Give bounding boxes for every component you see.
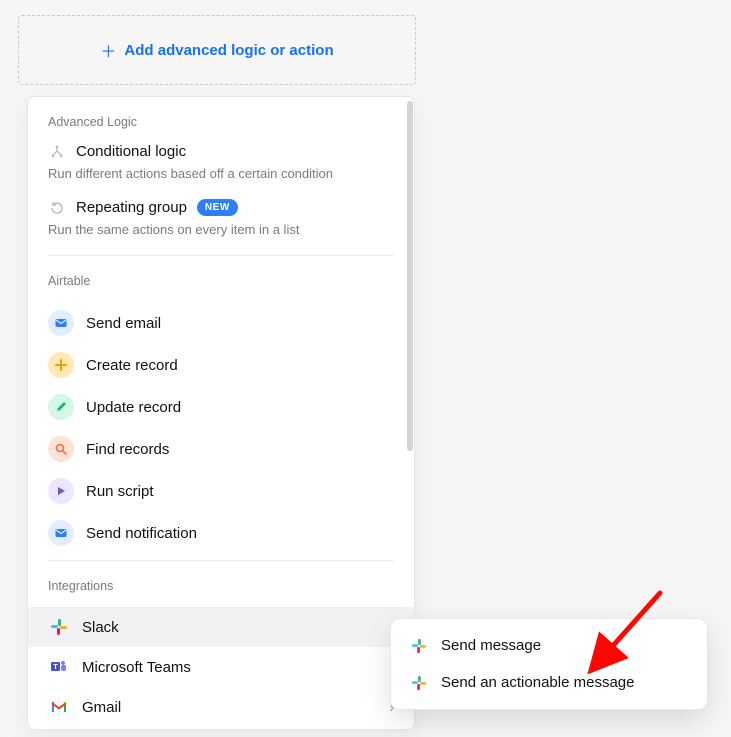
branch-icon [48, 144, 66, 160]
action-send-email[interactable]: Send email [48, 302, 394, 344]
action-run-script[interactable]: Run script [48, 470, 394, 512]
action-label: Send notification [86, 525, 197, 542]
divider [48, 255, 394, 256]
search-icon [48, 436, 74, 462]
gmail-icon [48, 698, 70, 716]
teams-icon: T [48, 658, 70, 676]
action-label: Update record [86, 399, 181, 416]
action-picker-panel: Advanced Logic Conditional logic Run dif… [27, 96, 415, 730]
divider [48, 560, 394, 561]
integration-label: Slack [82, 619, 119, 636]
section-title-airtable: Airtable [48, 274, 394, 288]
sub-item-label: Send an actionable message [441, 674, 634, 691]
new-badge: NEW [197, 199, 238, 216]
action-update-record[interactable]: Update record [48, 386, 394, 428]
integration-teams[interactable]: T Microsoft Teams › [28, 647, 414, 687]
sub-send-message[interactable]: Send message [399, 627, 699, 664]
logic-item-desc: Run different actions based off a certai… [48, 166, 394, 181]
section-title-advanced-logic: Advanced Logic [48, 115, 394, 129]
sub-send-actionable-message[interactable]: Send an actionable message [399, 664, 699, 701]
section-title-integrations: Integrations [48, 579, 394, 593]
plus-icon: ＋ [100, 38, 116, 62]
logic-item-title: Conditional logic [76, 143, 186, 160]
envelope-icon [48, 310, 74, 336]
action-find-records[interactable]: Find records [48, 428, 394, 470]
integration-gmail[interactable]: Gmail › [28, 687, 414, 727]
logic-item-title: Repeating group [76, 199, 187, 216]
integration-label: Microsoft Teams [82, 659, 191, 676]
add-advanced-logic-button[interactable]: ＋ Add advanced logic or action [18, 15, 416, 85]
logic-item-repeating-group[interactable]: Repeating group NEW Run the same actions… [48, 199, 394, 237]
action-label: Create record [86, 357, 178, 374]
action-label: Send email [86, 315, 161, 332]
slack-icon [409, 638, 429, 654]
scrollbar-thumb[interactable] [407, 101, 413, 451]
integration-label: Gmail [82, 699, 121, 716]
envelope-icon [48, 520, 74, 546]
logic-item-conditional[interactable]: Conditional logic Run different actions … [48, 143, 394, 181]
action-label: Find records [86, 441, 169, 458]
slack-submenu: Send message Send an actionable message [390, 618, 708, 710]
slack-icon [48, 618, 70, 636]
action-send-notification[interactable]: Send notification [48, 512, 394, 554]
slack-icon [409, 675, 429, 691]
svg-text:T: T [53, 664, 58, 671]
action-create-record[interactable]: Create record [48, 344, 394, 386]
sub-item-label: Send message [441, 637, 541, 654]
add-button-label: Add advanced logic or action [124, 42, 333, 59]
integration-slack[interactable]: Slack › [28, 607, 414, 647]
pencil-icon [48, 394, 74, 420]
logic-item-desc: Run the same actions on every item in a … [48, 222, 394, 237]
action-label: Run script [86, 483, 154, 500]
repeat-icon [48, 200, 66, 216]
play-icon [48, 478, 74, 504]
plus-circle-icon [48, 352, 74, 378]
